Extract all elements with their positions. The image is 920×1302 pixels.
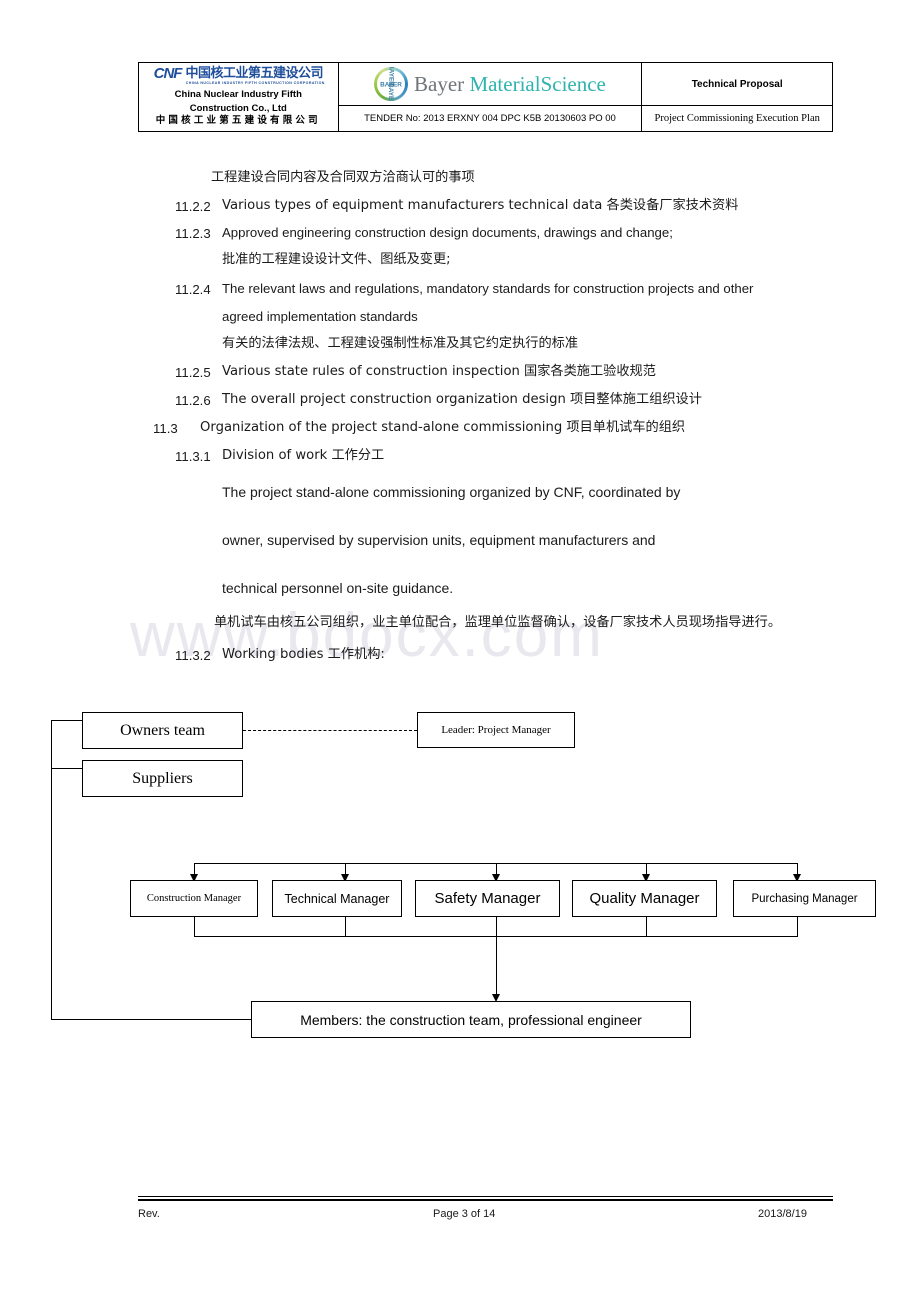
org-box-quality-manager-label: Quality Manager <box>589 890 700 907</box>
bayer-cross-icon: BAYER BAYER BAYER <box>374 67 409 101</box>
cnf-logo-chinese: 中国核工业第五建设公司 <box>185 66 323 82</box>
body-number-11-2-5: 11.2.5 <box>175 365 211 380</box>
cnf-name-en-line1: China Nuclear Industry Fifth <box>174 88 302 100</box>
paragraph-line-3: technical personnel on-site guidance. <box>222 580 454 596</box>
header-cell-tender-no: TENDER No: 2013 ERXNY 004 DPC K5B 201306… <box>337 105 643 132</box>
footer-date: 2013/8/19 <box>758 1208 807 1220</box>
paragraph-line-2: owner, supervised by supervision units, … <box>222 532 656 548</box>
cnf-name-cn: 中国核工业第五建设有限公司 <box>155 114 321 126</box>
body-line-8: The overall project construction organiz… <box>222 392 702 407</box>
connector-spine-to-suppliers <box>51 768 83 770</box>
org-box-leader-label: Leader: Project Manager <box>441 724 551 736</box>
body-number-11-2-3: 11.2.3 <box>175 226 211 241</box>
body-line-5: agreed implementation standards <box>222 309 418 324</box>
header-cell-doc-type: Technical Proposal <box>641 62 833 106</box>
tender-number: TENDER No: 2013 ERXNY 004 DPC K5B 201306… <box>364 113 616 124</box>
bayer-logo: BAYER BAYER BAYER Bayer MaterialScience <box>339 63 642 105</box>
bayer-word-bayer: Bayer <box>414 71 470 96</box>
org-box-safety-manager-label: Safety Manager <box>434 890 541 907</box>
body-line-0: 工程建设合同内容及合同双方洽商认可的事项 <box>211 170 475 185</box>
body-line-working-bodies: Working bodies 工作机构: <box>222 647 385 662</box>
body-line-6: 有关的法律法规、工程建设强制性标准及其它约定执行的标准 <box>222 336 579 351</box>
org-box-owners-team[interactable]: Owners team <box>82 712 243 749</box>
connector-up-safety <box>496 917 498 937</box>
org-box-construction-manager[interactable]: Construction Manager <box>130 880 258 917</box>
document-header-table: CNF 中国核工业第五建设公司 CHINA NUCLEAR INDUSTRY F… <box>138 62 833 132</box>
document-type-label: Technical Proposal <box>691 78 783 90</box>
body-line-4: The relevant laws and regulations, manda… <box>222 281 754 296</box>
connector-left-spine <box>51 720 53 1020</box>
connector-spine-to-owners <box>51 720 83 722</box>
connector-up-quality <box>646 917 648 937</box>
body-line-9: Organization of the project stand-alone … <box>200 420 686 435</box>
cnf-logo-subtitle: CHINA NUCLEAR INDUSTRY FIFTH CONSTRUCTIO… <box>185 81 325 86</box>
paragraph-line-cn: 单机试车由核五公司组织，业主单位配合，监理单位监督确认，设备厂家技术人员现场指导… <box>214 615 782 630</box>
footer-divider <box>138 1196 833 1201</box>
org-box-members-label: Members: the construction team, professi… <box>300 1011 642 1028</box>
org-box-technical-manager[interactable]: Technical Manager <box>272 880 402 917</box>
org-box-suppliers-label: Suppliers <box>132 769 193 787</box>
cnf-logo: CNF 中国核工业第五建设公司 <box>141 66 336 81</box>
paragraph-line-1: The project stand-alone commissioning or… <box>222 484 681 500</box>
connector-owners-to-leader <box>243 730 417 731</box>
org-box-suppliers[interactable]: Suppliers <box>82 760 243 797</box>
body-number-11-2-6: 11.2.6 <box>175 393 211 408</box>
org-box-owners-team-label: Owners team <box>120 721 205 739</box>
connector-up-construction <box>194 917 196 937</box>
org-box-purchasing-manager[interactable]: Purchasing Manager <box>733 880 876 917</box>
header-cell-bayer-logo: BAYER BAYER BAYER Bayer MaterialScience <box>337 62 643 106</box>
body-line-1: Various types of equipment manufacturers… <box>222 198 739 213</box>
body-number-11-3-2: 11.3.2 <box>175 648 211 663</box>
connector-drop-members <box>496 936 498 998</box>
footer-revision: Rev. <box>138 1208 160 1220</box>
header-cell-plan-title: Project Commissioning Execution Plan <box>641 105 833 132</box>
org-box-technical-manager-label: Technical Manager <box>284 891 390 906</box>
plan-title: Project Commissioning Execution Plan <box>654 113 820 124</box>
header-cell-cnf-logo: CNF 中国核工业第五建设公司 CHINA NUCLEAR INDUSTRY F… <box>138 62 339 132</box>
body-line-3: 批准的工程建设设计文件、图纸及变更; <box>222 252 451 267</box>
cnf-wordmark-icon: CNF <box>153 65 183 83</box>
org-box-safety-manager[interactable]: Safety Manager <box>415 880 560 917</box>
body-number-11-3-1: 11.3.1 <box>175 449 211 464</box>
org-box-purchasing-manager-label: Purchasing Manager <box>751 892 858 905</box>
body-number-11-2-2: 11.2.2 <box>175 199 211 214</box>
body-number-11-3: 11.3 <box>153 421 178 436</box>
connector-up-purchasing <box>797 917 799 937</box>
body-line-2: Approved engineering construction design… <box>222 225 673 240</box>
org-box-leader[interactable]: Leader: Project Manager <box>417 712 575 748</box>
body-number-11-2-4: 11.2.4 <box>175 282 211 297</box>
body-line-7: Various state rules of construction insp… <box>222 364 656 379</box>
svg-text:BAYER: BAYER <box>387 83 394 101</box>
bayer-wordmark: Bayer MaterialScience <box>414 71 606 96</box>
org-box-construction-manager-label: Construction Manager <box>146 893 242 904</box>
org-box-members[interactable]: Members: the construction team, professi… <box>251 1001 691 1038</box>
bayer-word-materialscience: MaterialScience <box>469 71 606 96</box>
connector-spine-to-members <box>51 1019 251 1021</box>
cnf-name-en-line2: Construction Co., Ltd <box>189 103 287 115</box>
body-line-10: Division of work 工作分工 <box>222 448 385 463</box>
organization-chart: Owners team Suppliers Leader: Project Ma… <box>0 690 920 1060</box>
connector-up-technical <box>345 917 347 937</box>
footer-page-number: Page 3 of 14 <box>433 1208 496 1220</box>
org-box-quality-manager[interactable]: Quality Manager <box>572 880 717 917</box>
